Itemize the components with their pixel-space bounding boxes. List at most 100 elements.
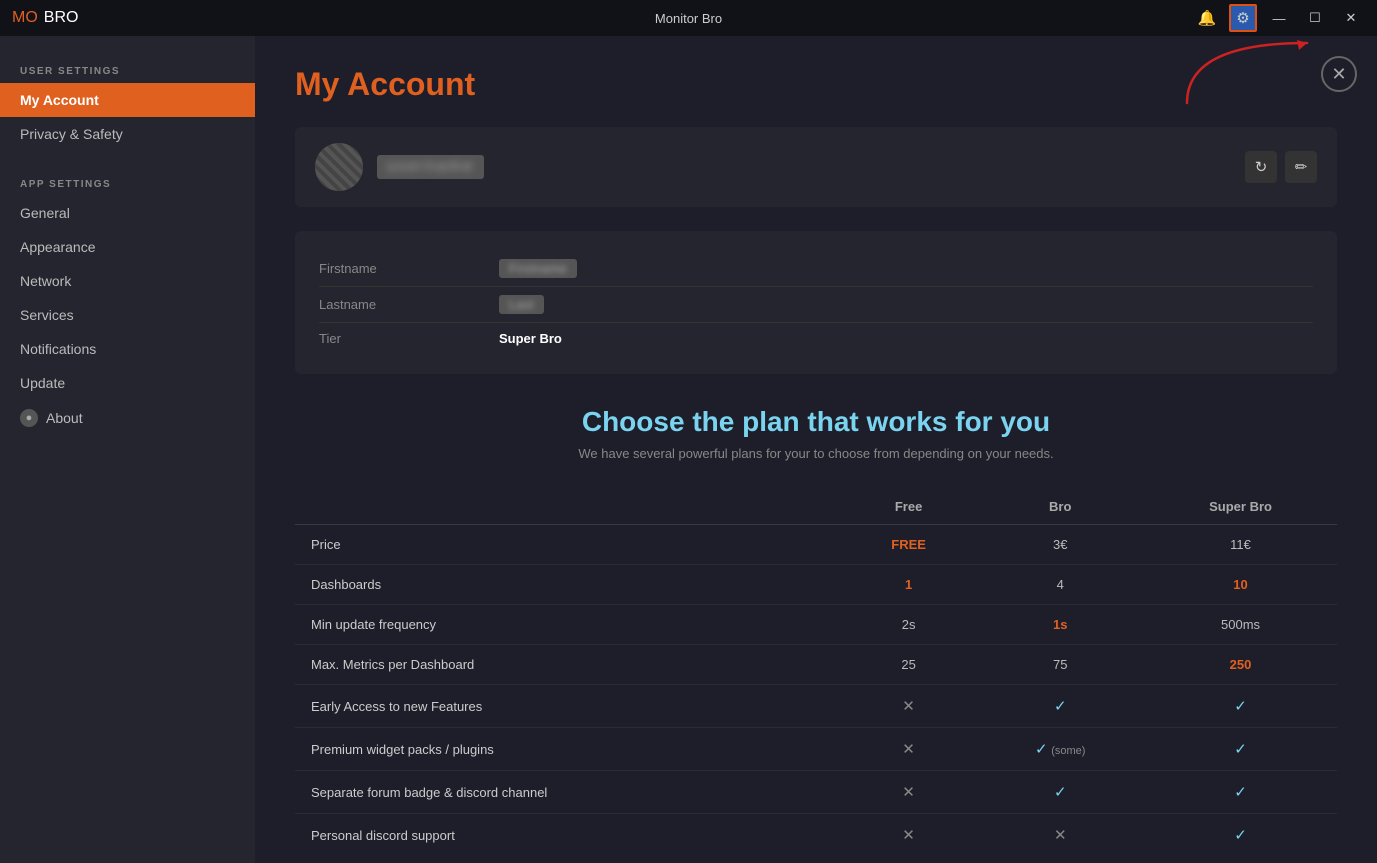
lastname-label: Lastname <box>319 297 499 312</box>
avatar-image <box>315 143 363 191</box>
some-text: (some) <box>1051 745 1085 757</box>
main-content: ✕ My Account username ↻ ✏ Firstname Firs… <box>255 36 1377 863</box>
free-value: 1 <box>905 577 912 592</box>
bro-value: 1s <box>1053 617 1067 632</box>
feature-cell: Premium widget packs / plugins <box>295 728 841 771</box>
close-panel-button[interactable]: ✕ <box>1321 56 1357 92</box>
super-cell: 10 <box>1144 565 1337 605</box>
feature-cell: Price <box>295 525 841 565</box>
bro-cell: 4 <box>976 565 1144 605</box>
user-settings-label: USER SETTINGS <box>0 56 255 83</box>
super-cell: ✓ <box>1144 771 1337 814</box>
free-cell: FREE <box>841 525 977 565</box>
feature-cell: Personal discord support <box>295 814 841 857</box>
super-cell: ✓ <box>1144 728 1337 771</box>
free-cell: 2s <box>841 605 977 645</box>
sidebar-item-network[interactable]: Network <box>0 264 255 298</box>
sidebar-item-appearance[interactable]: Appearance <box>0 230 255 264</box>
pricing-row: Separate forum badge & discord channel ✕ ✓… <box>295 771 1337 814</box>
notification-button[interactable]: 🔔 <box>1193 4 1221 32</box>
pricing-row: Early Access to new Features ✕ ✓ ✓ <box>295 685 1337 728</box>
pricing-row: Personal discord support ✕ ✕ ✓ <box>295 814 1337 857</box>
check-icon: ✓ <box>1054 784 1067 801</box>
feature-cell: Separate forum badge & discord channel <box>295 771 841 814</box>
sidebar-item-services[interactable]: Services <box>0 298 255 332</box>
page-title: My Account <box>295 66 1337 103</box>
about-label: About <box>46 410 83 426</box>
cross-icon: ✕ <box>902 698 915 715</box>
cross-icon: ✕ <box>902 784 915 801</box>
cross-icon: ✕ <box>902 741 915 758</box>
free-cell: 25 <box>841 645 977 685</box>
logo-mo: MO <box>12 9 38 27</box>
bro-cell: 75 <box>976 645 1144 685</box>
user-details: Firstname Firstname Lastname Last Tier S… <box>295 231 1337 374</box>
pricing-row: Dashboards1410 <box>295 565 1337 605</box>
feature-cell: Max. Metrics per Dashboard <box>295 645 841 685</box>
close-button[interactable]: ✕ <box>1337 4 1365 32</box>
maximize-button[interactable]: ☐ <box>1301 4 1329 32</box>
super-cell: ✓ <box>1144 685 1337 728</box>
check-icon: ✓ <box>1234 827 1247 844</box>
minimize-button[interactable]: — <box>1265 4 1293 32</box>
user-card-left: username <box>315 143 484 191</box>
firstname-row: Firstname Firstname <box>319 251 1313 286</box>
settings-button[interactable]: ⚙ <box>1229 4 1257 32</box>
tier-label: Tier <box>319 331 499 346</box>
feature-cell: Early Access to new Features <box>295 685 841 728</box>
bro-cell: ✓ (some) <box>976 728 1144 771</box>
free-cell: ✕ <box>841 771 977 814</box>
pricing-row: Premium widget packs / plugins ✕ ✓ (some) ✓ <box>295 728 1337 771</box>
pricing-subtitle: We have several powerful plans for your … <box>295 446 1337 461</box>
super-cell: 250 <box>1144 645 1337 685</box>
edit-button[interactable]: ✏ <box>1285 151 1317 183</box>
pricing-table: Free Bro Super Bro PriceFREE3€11€Dashboa… <box>295 489 1337 856</box>
pricing-row: Max. Metrics per Dashboard2575 250 <box>295 645 1337 685</box>
check-icon: ✓ <box>1054 698 1067 715</box>
cross-icon: ✕ <box>1054 827 1067 844</box>
cross-icon: ✕ <box>902 827 915 844</box>
feature-cell: Min update frequency <box>295 605 841 645</box>
bro-cell: ✓ <box>976 771 1144 814</box>
super-value: 10 <box>1233 577 1247 592</box>
pricing-row: Min update frequency2s 1s 500ms <box>295 605 1337 645</box>
refresh-button[interactable]: ↻ <box>1245 151 1277 183</box>
about-icon: ● <box>20 409 38 427</box>
titlebar-controls: 🔔 ⚙ — ☐ ✕ <box>1193 4 1365 32</box>
super-cell: ✓ <box>1144 814 1337 857</box>
avatar <box>315 143 363 191</box>
check-icon: ✓ <box>1234 784 1247 801</box>
bro-cell: ✕ <box>976 814 1144 857</box>
sidebar-item-general[interactable]: General <box>0 196 255 230</box>
free-value: FREE <box>891 537 926 552</box>
firstname-label: Firstname <box>319 261 499 276</box>
sidebar-item-privacy-safety[interactable]: Privacy & Safety <box>0 117 255 151</box>
user-card-actions: ↻ ✏ <box>1245 151 1317 183</box>
bro-cell: 3€ <box>976 525 1144 565</box>
pricing-row: Price FREE 3€11€ <box>295 525 1337 565</box>
col-feature <box>295 489 841 525</box>
check-icon: ✓ <box>1234 698 1247 715</box>
check-icon: ✓ <box>1234 741 1247 758</box>
col-superbro: Super Bro <box>1144 489 1337 525</box>
super-cell: 500ms <box>1144 605 1337 645</box>
sidebar-item-my-account[interactable]: My Account <box>0 83 255 117</box>
lastname-value: Last <box>499 295 544 314</box>
firstname-value: Firstname <box>499 259 577 278</box>
sidebar-item-about[interactable]: ● About <box>0 400 255 436</box>
sidebar-item-update[interactable]: Update <box>0 366 255 400</box>
super-cell: 11€ <box>1144 525 1337 565</box>
bro-cell: 1s <box>976 605 1144 645</box>
bro-cell: ✓ <box>976 685 1144 728</box>
tier-row: Tier Super Bro <box>319 322 1313 354</box>
free-cell: ✕ <box>841 728 977 771</box>
pricing-title: Choose the plan that works for you <box>295 406 1337 438</box>
titlebar: MOBRO Monitor Bro 🔔 ⚙ — ☐ ✕ <box>0 0 1377 36</box>
username-display: username <box>377 155 484 179</box>
app-settings-label: APP SETTINGS <box>0 169 255 196</box>
sidebar-item-notifications[interactable]: Notifications <box>0 332 255 366</box>
sidebar: USER SETTINGS My Account Privacy & Safet… <box>0 36 255 863</box>
free-cell: ✕ <box>841 685 977 728</box>
super-value: 250 <box>1230 657 1252 672</box>
free-cell: ✕ <box>841 814 977 857</box>
